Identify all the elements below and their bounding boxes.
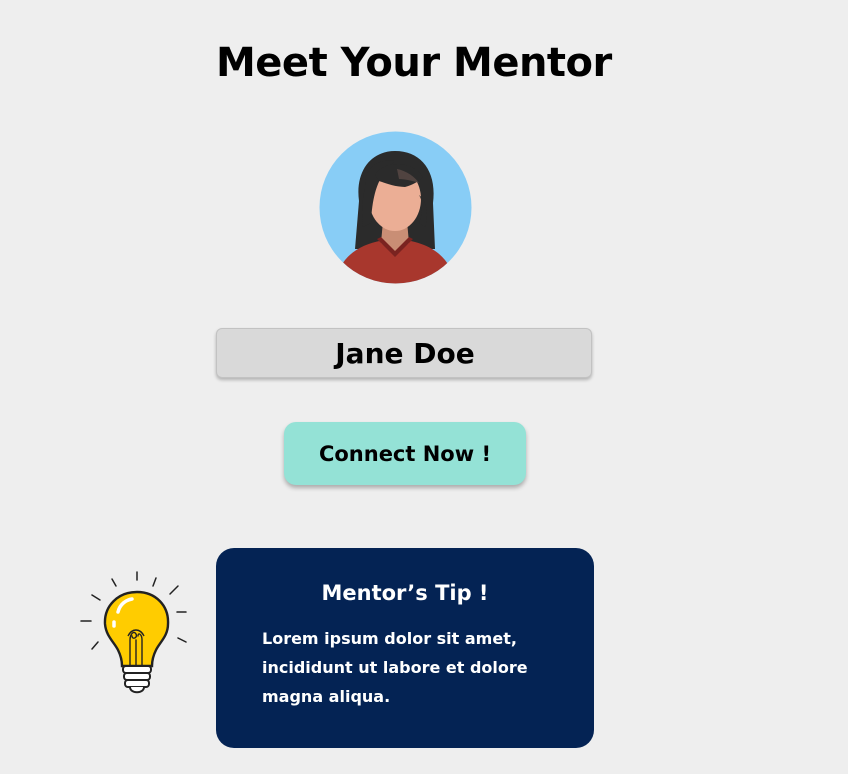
mentor-name-box: Jane Doe [216,328,592,378]
woman-avatar-icon [319,131,472,284]
mentor-tip-card: Mentor’s Tip ! Lorem ipsum dolor sit ame… [216,548,594,748]
tip-body: Lorem ipsum dolor sit amet, incididunt u… [262,629,528,706]
light-bulb-icon [80,571,187,694]
page-title: Meet Your Mentor [216,40,612,86]
mentor-name: Jane Doe [335,336,475,370]
mentor-avatar [319,131,472,284]
tip-title: Mentor’s Tip ! [321,581,489,605]
tip-bulb [78,570,193,698]
connect-now-button[interactable]: Connect Now ! [284,422,526,485]
